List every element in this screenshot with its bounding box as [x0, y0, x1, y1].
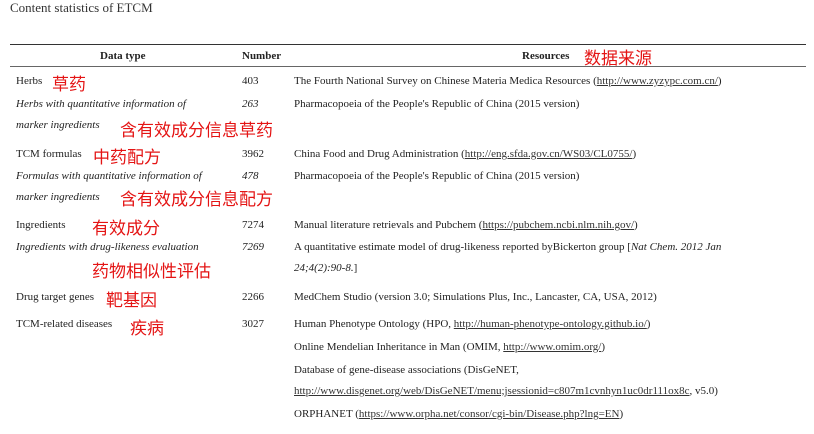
resource-text: China Food and Drug Administration ( — [294, 148, 465, 160]
resource-link[interactable]: https://www.orpha.net/consor/cgi-bin/Dis… — [359, 408, 620, 420]
row-druglikeness-resource-line1: A quantitative estimate model of drug-li… — [294, 241, 721, 253]
resource-text: ) — [632, 148, 637, 160]
resource-text: ] — [353, 262, 358, 274]
row-ingredients-type: Ingredients — [16, 219, 66, 231]
row-druglikeness-annotation: 药物相似性评估 — [92, 262, 211, 282]
resource-link[interactable]: http://www.zyzypc.com.cn/ — [597, 75, 718, 87]
row-druglikeness-number: 7269 — [242, 241, 264, 253]
header-data-type: Data type — [100, 50, 146, 62]
row-druglikeness-type: Ingredients with drug-likeness evaluatio… — [16, 241, 199, 253]
row-target-genes-resource: MedChem Studio (version 3.0; Simulations… — [294, 291, 657, 303]
resource-text: Manual literature retrievals and Pubchem… — [294, 219, 483, 231]
resource-text: , v5.0) — [689, 385, 718, 397]
header-resources: Resources — [522, 50, 570, 62]
row-ingredients-resource: Manual literature retrievals and Pubchem… — [294, 219, 638, 231]
row-formulas-number: 3962 — [242, 148, 264, 160]
row-formulas-quant-resource: Pharmacopoeia of the People's Republic o… — [294, 170, 580, 182]
row-target-genes-type: Drug target genes — [16, 291, 94, 303]
resource-citation: Nat Chem. 2012 Jan — [630, 241, 722, 253]
row-formulas-resource: China Food and Drug Administration (http… — [294, 148, 636, 160]
resource-text: Human Phenotype Ontology (HPO, — [294, 318, 454, 330]
resource-text: A quantitative estimate model of drug-li… — [294, 241, 631, 253]
row-formulas-annotation: 中药配方 — [93, 148, 161, 168]
row-target-genes-annotation: 靶基因 — [106, 291, 157, 311]
row-herbs-quant-annotation: 含有效成分信息草药 — [120, 121, 273, 141]
row-formulas-quant-type-line2: marker ingredients — [16, 191, 100, 203]
row-herbs-quant-resource: Pharmacopoeia of the People's Republic o… — [294, 98, 580, 110]
resource-link[interactable]: http://human-phenotype-ontology.github.i… — [454, 318, 647, 330]
resource-link[interactable]: http://www.omim.org/ — [503, 341, 601, 353]
resource-text: ) — [634, 219, 638, 231]
resource-link[interactable]: http://eng.sfda.gov.cn/WS03/CL0755/ — [465, 148, 633, 160]
row-formulas-quant-annotation: 含有效成分信息配方 — [120, 190, 273, 210]
resource-text: ) — [601, 341, 606, 353]
row-herbs-type: Herbs — [16, 75, 43, 87]
row-diseases-resource-orphanet: ORPHANET (https://www.orpha.net/consor/c… — [294, 408, 623, 420]
row-diseases-resource-omim: Online Mendelian Inheritance in Man (OMI… — [294, 341, 605, 353]
resource-link[interactable]: https://pubchem.ncbi.nlm.nih.gov/ — [482, 219, 634, 231]
row-formulas-quant-number: 478 — [242, 170, 259, 182]
row-druglikeness-resource-line2: 24;4(2):90-8.] — [294, 262, 357, 274]
row-formulas-type: TCM formulas — [16, 148, 82, 160]
resource-text: ORPHANET ( — [294, 408, 359, 420]
row-diseases-type: TCM-related diseases — [16, 318, 113, 330]
row-diseases-resource-disgenet-line1: Database of gene-disease associations (D… — [294, 364, 519, 376]
row-diseases-number: 3027 — [242, 318, 264, 330]
row-ingredients-number: 7274 — [242, 219, 264, 231]
resource-text: The Fourth National Survey on Chinese Ma… — [294, 75, 597, 87]
resource-link[interactable]: http://www.disgenet.org/web/DisGeNET/men… — [294, 385, 690, 397]
table-caption: Content statistics of ETCM — [10, 0, 153, 15]
row-diseases-resource-hpo: Human Phenotype Ontology (HPO, http://hu… — [294, 318, 650, 330]
row-herbs-quant-number: 263 — [242, 98, 259, 110]
row-herbs-quant-type-line1: Herbs with quantitative information of — [16, 98, 186, 110]
resource-text: ) — [619, 408, 624, 420]
row-diseases-resource-disgenet-line2: http://www.disgenet.org/web/DisGeNET/men… — [294, 385, 718, 397]
table-top-rule — [10, 44, 806, 45]
header-number: Number — [242, 50, 282, 62]
row-ingredients-annotation: 有效成分 — [92, 219, 160, 239]
row-diseases-annotation: 疾病 — [130, 319, 164, 339]
row-target-genes-number: 2266 — [242, 291, 264, 303]
row-herbs-annotation: 草药 — [52, 75, 86, 95]
row-herbs-quant-type-line2: marker ingredients — [16, 119, 100, 131]
resource-citation: 24;4(2):90-8. — [294, 262, 354, 274]
resource-text: Online Mendelian Inheritance in Man (OMI… — [294, 341, 504, 353]
resource-text: ) — [717, 75, 722, 87]
row-formulas-quant-type-line1: Formulas with quantitative information o… — [16, 170, 202, 182]
row-herbs-resource: The Fourth National Survey on Chinese Ma… — [294, 75, 722, 87]
row-herbs-number: 403 — [242, 75, 259, 87]
table-header-rule — [10, 66, 806, 67]
resource-text: ) — [646, 318, 651, 330]
